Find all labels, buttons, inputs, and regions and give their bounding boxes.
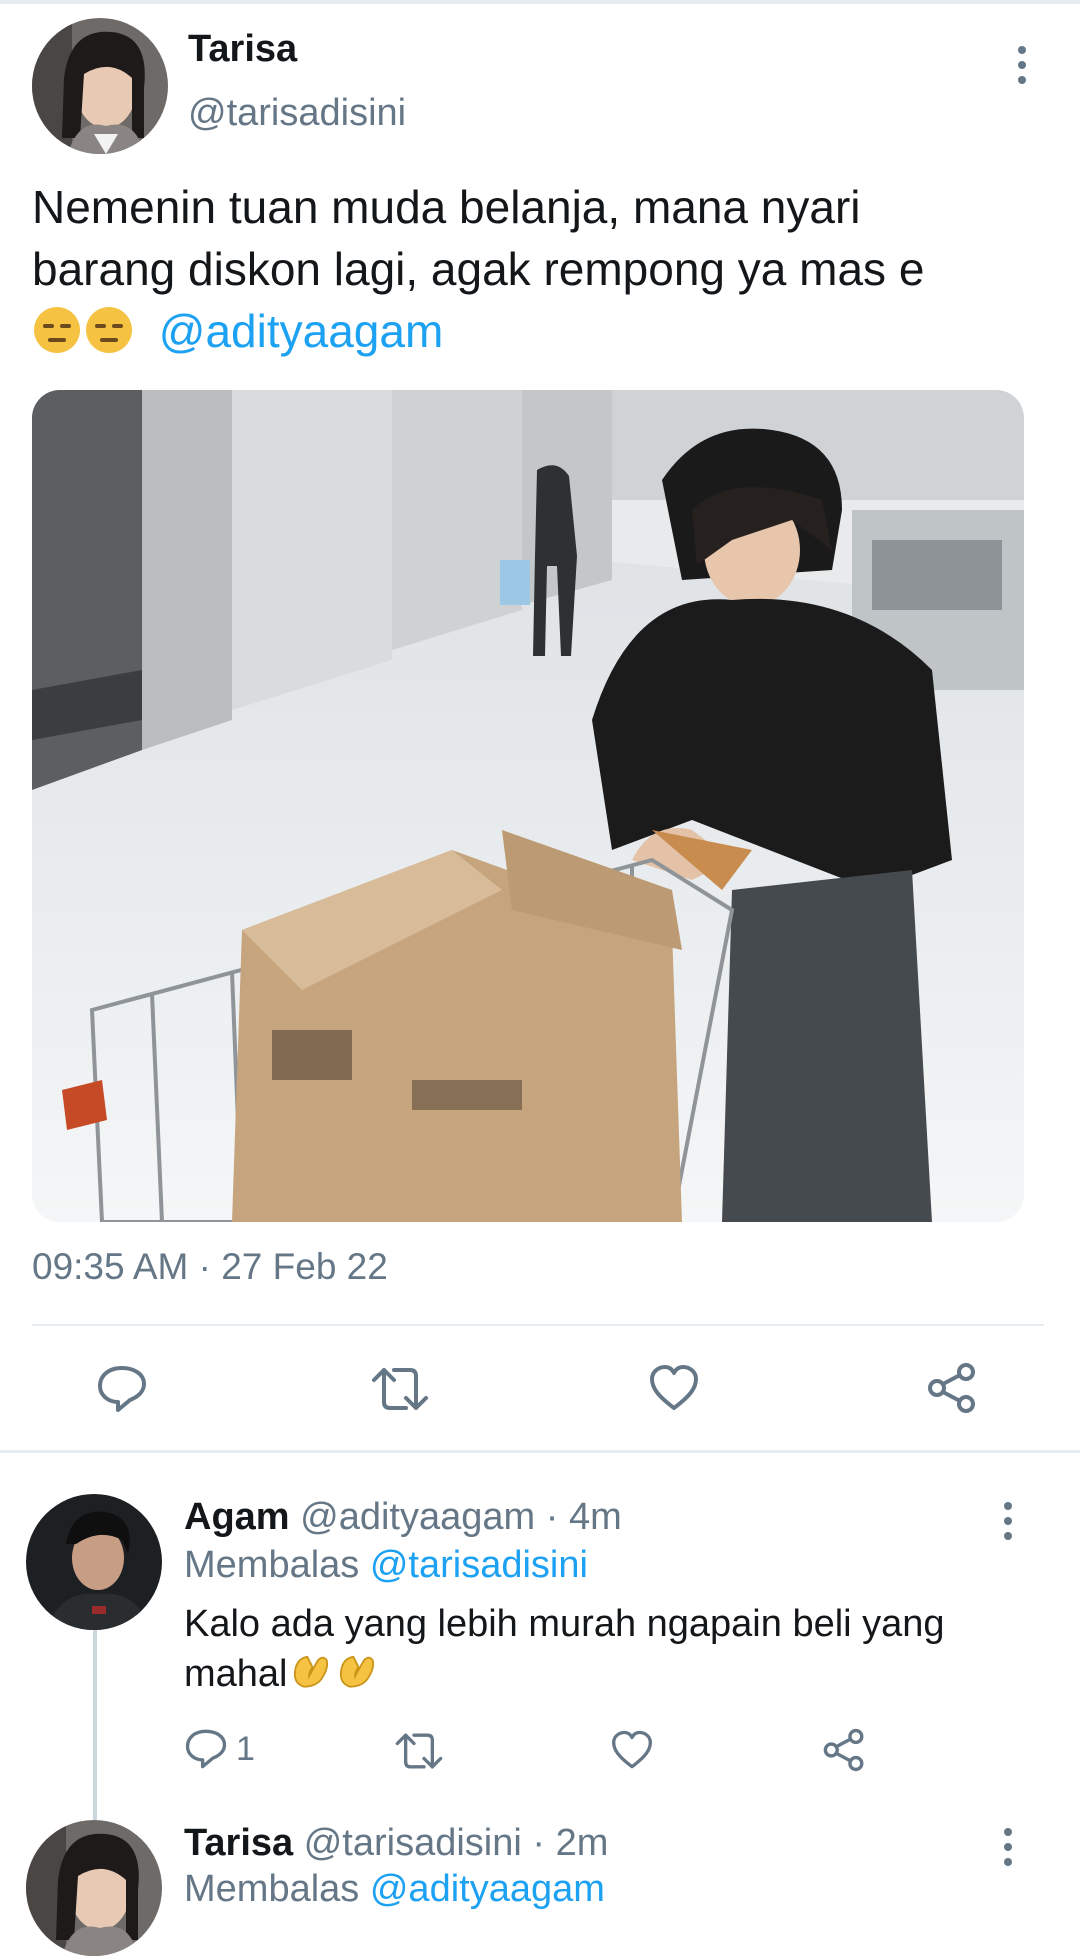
divider-top [32,1324,1044,1326]
pinching-hand-emoji-icon [293,1655,328,1688]
tweet-timestamp: 09:35 AM · 27 Feb 22 [32,1246,388,1287]
reply-text-line2: mahal [184,1653,288,1695]
reply2-more-options-icon[interactable] [996,1828,1020,1866]
pinching-hand-emoji-icon [339,1655,374,1688]
tweet-photo[interactable] [32,390,1024,1222]
reply-text-line1: Kalo ada yang lebih murah ngapain beli y… [184,1603,945,1645]
reply2-author-name[interactable]: Tarisa [184,1822,293,1864]
author-avatar[interactable] [32,18,168,154]
replying-to: Membalas @tarisadisini [184,1544,588,1587]
reply-reply-button[interactable]: 1 [184,1728,255,1770]
reply-count: 1 [236,1729,255,1768]
reply-author-name[interactable]: Agam [184,1496,290,1538]
retweet-button[interactable] [370,1364,430,1414]
reply-like-button[interactable] [610,1730,654,1770]
reply2-time: · 2m [532,1822,609,1864]
reply-avatar-agam[interactable] [26,1494,162,1630]
share-icon [823,1728,864,1772]
like-icon [650,1365,698,1410]
share-icon [928,1363,975,1413]
reply-avatar-tarisa[interactable] [26,1820,162,1956]
reply-author-handle[interactable]: @adityaagam [300,1496,535,1538]
reply2-header: Tarisa @tarisadisini · 2m [184,1822,608,1865]
reply2-replying-to: Membalas @adityaagam [184,1868,605,1911]
reply-share-button[interactable] [822,1728,866,1772]
replying-label: Membalas [184,1544,360,1586]
divider-bottom [0,1450,1080,1453]
expressionless-emoji-icon [86,307,132,353]
author-handle[interactable]: @tarisadisini [188,92,406,135]
like-icon [612,1730,652,1769]
reply-icon [98,1366,146,1412]
tweet-text: Nemenin tuan muda belanja, mana nyari ba… [32,176,1042,362]
more-options-icon[interactable] [1010,46,1034,84]
thread-connector [93,1628,97,1843]
reply2-author-handle[interactable]: @tarisadisini [304,1822,522,1864]
tweet-text-line1: Nemenin tuan muda belanja, mana nyari [32,181,861,233]
top-border [0,0,1080,4]
reply-more-options-icon[interactable] [996,1502,1020,1540]
author-name[interactable]: Tarisa [188,28,297,71]
reply-header: Agam @adityaagam · 4m [184,1496,622,1539]
reply-retweet-button[interactable] [394,1730,444,1772]
reply-button[interactable] [96,1364,148,1414]
reply-text: Kalo ada yang lebih murah ngapain beli y… [184,1600,1044,1698]
like-button[interactable] [648,1364,700,1412]
mention-link[interactable]: @adityaagam [159,305,444,357]
reply-icon [185,1729,227,1769]
tweet-text-line2: barang diskon lagi, agak rempong ya mas … [32,243,925,295]
expressionless-emoji-icon [34,307,80,353]
share-button[interactable] [926,1362,978,1414]
reply-time: · 4m [545,1496,622,1538]
retweet-icon [395,1733,443,1769]
reply2-replying-label: Membalas [184,1868,360,1910]
retweet-icon [372,1368,428,1410]
reply2-replying-to-link[interactable]: @adityaagam [370,1868,605,1910]
replying-to-link[interactable]: @tarisadisini [370,1544,588,1586]
